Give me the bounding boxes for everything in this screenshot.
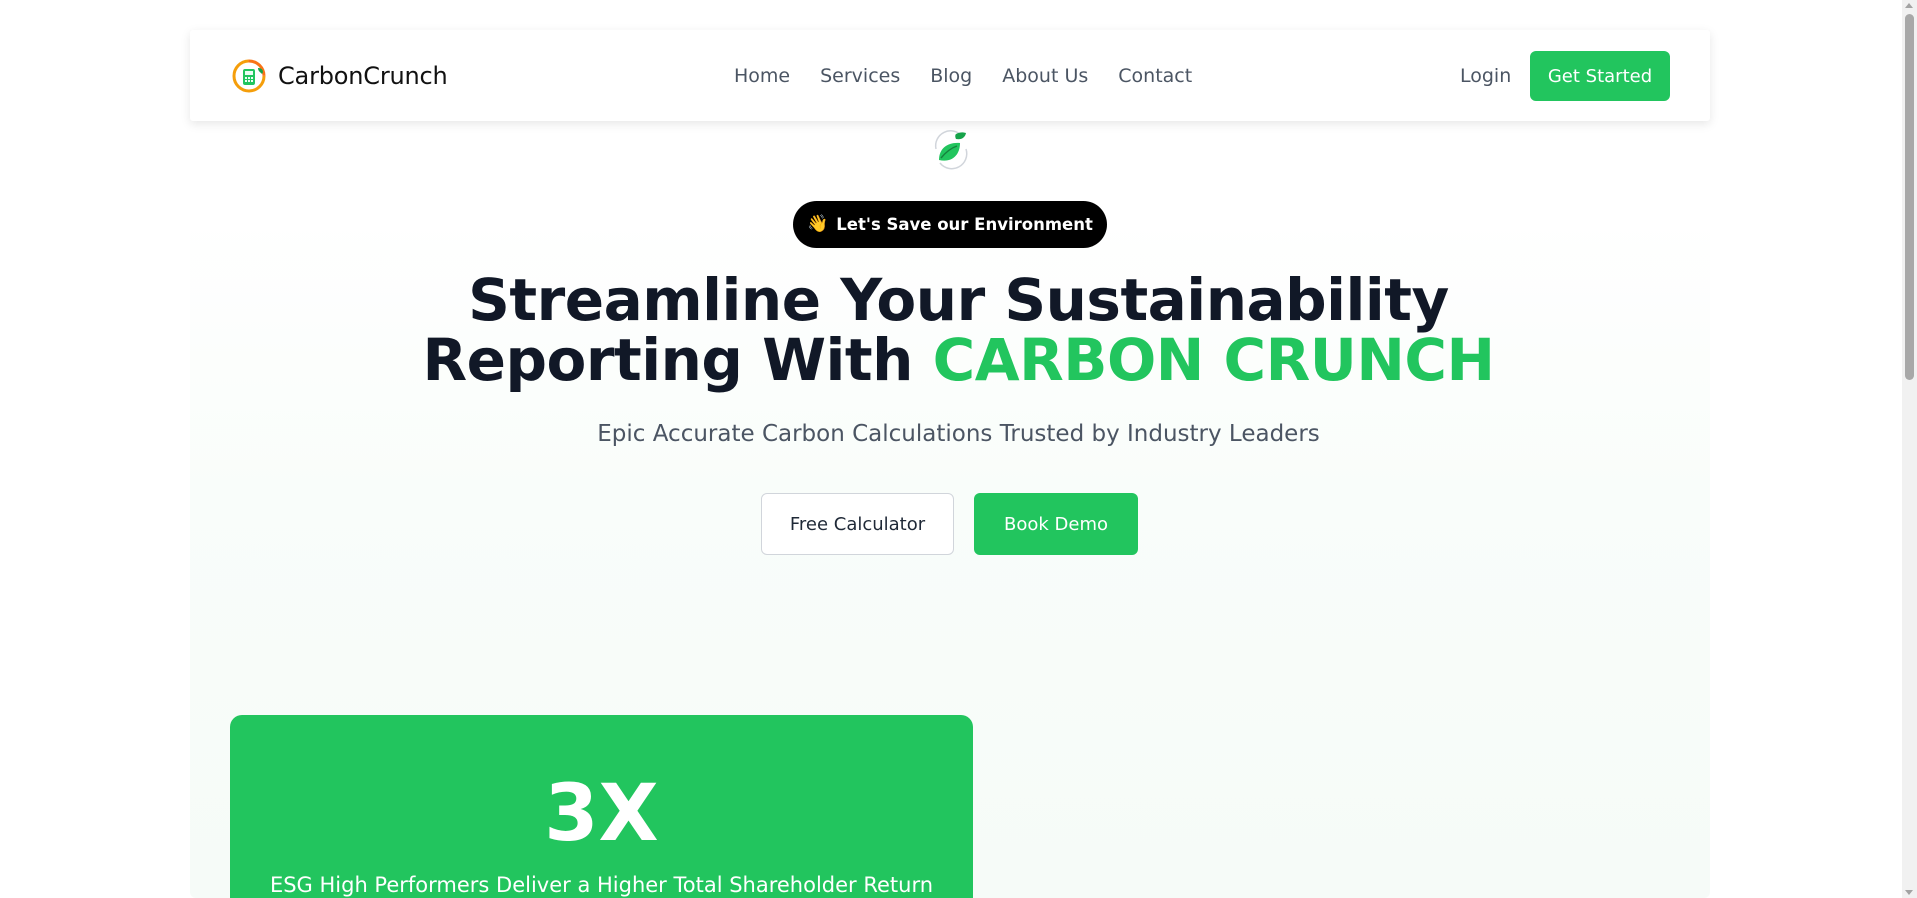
scroll-up-arrow-icon[interactable] (1905, 3, 1913, 8)
nav-link-contact[interactable]: Contact (1118, 61, 1192, 91)
scrollbar-thumb[interactable] (1905, 14, 1914, 380)
nav-link-blog[interactable]: Blog (930, 61, 972, 91)
vertical-scrollbar[interactable] (1902, 0, 1917, 898)
nav-link-services[interactable]: Services (820, 61, 900, 91)
brand-name: CarbonCrunch (278, 62, 448, 90)
stat-value: 3X (544, 769, 659, 859)
main-nav: Home Services Blog About Us Contact (734, 61, 1192, 91)
hero-badge-label: Let's Save our Environment (836, 215, 1093, 234)
leaf-icon (934, 130, 968, 170)
carboncrunch-logo-icon (232, 59, 266, 93)
scroll-down-arrow-icon[interactable] (1905, 890, 1913, 895)
nav-link-home[interactable]: Home (734, 61, 790, 91)
headline-line-1: Streamline Your Sustainability (468, 266, 1449, 334)
hero-headline: Streamline Your Sustainability Reporting… (0, 270, 1917, 390)
hero-badge: 👋 Let's Save our Environment (793, 201, 1107, 248)
get-started-button[interactable]: Get Started (1530, 51, 1670, 101)
login-link[interactable]: Login (1460, 61, 1511, 91)
page: CarbonCrunch Home Services Blog About Us… (0, 0, 1917, 898)
hero-subtitle: Epic Accurate Carbon Calculations Truste… (597, 421, 1320, 447)
free-calculator-button[interactable]: Free Calculator (761, 493, 954, 555)
book-demo-button[interactable]: Book Demo (974, 493, 1138, 555)
headline-line-2-prefix: Reporting With (422, 326, 914, 394)
stat-card: 3X ESG High Performers Deliver a Higher … (230, 715, 973, 898)
navbar: CarbonCrunch Home Services Blog About Us… (190, 30, 1710, 121)
waving-hand-icon: 👋 (807, 214, 829, 234)
brand-link[interactable]: CarbonCrunch (232, 58, 448, 94)
stat-caption: ESG High Performers Deliver a Higher Tot… (269, 873, 934, 897)
headline-highlight: CARBON CRUNCH (932, 326, 1495, 394)
nav-link-about-us[interactable]: About Us (1002, 61, 1088, 91)
